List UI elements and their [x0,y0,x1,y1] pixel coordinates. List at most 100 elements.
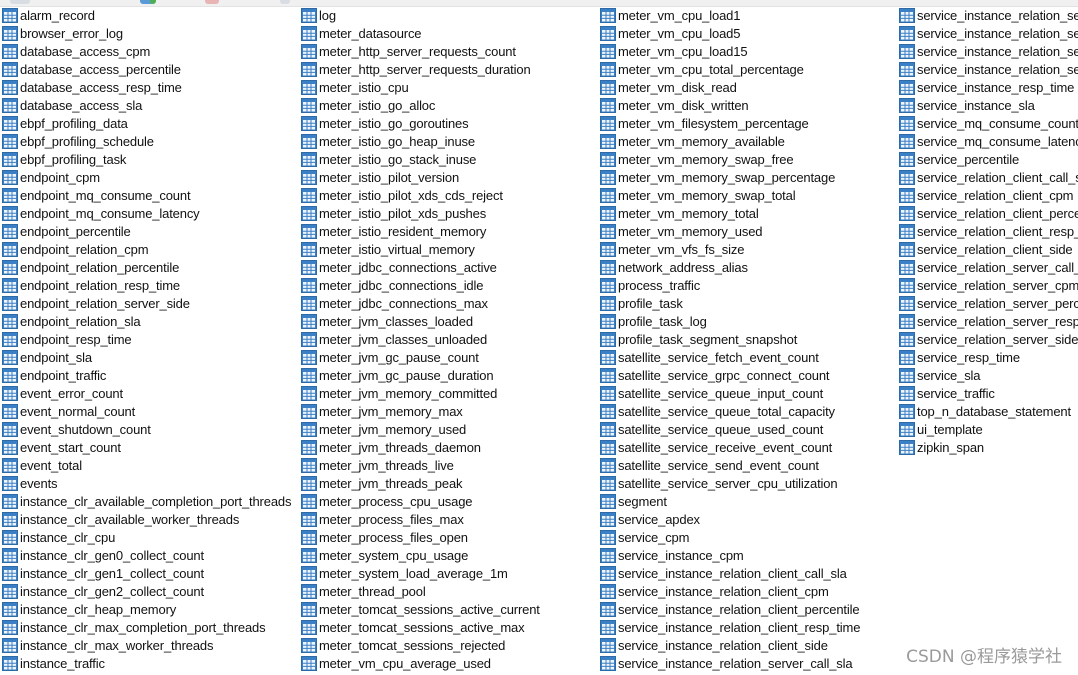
table-list-item[interactable]: endpoint_relation_cpm [2,240,149,258]
table-list-item[interactable]: meter_istio_go_goroutines [301,114,469,132]
table-list-item[interactable]: satellite_service_queue_total_capacity [600,402,835,420]
table-list-item[interactable]: ebpf_profiling_data [2,114,128,132]
table-list-item[interactable]: satellite_service_receive_event_count [600,438,832,456]
table-list-item[interactable]: service_instance_relation_ser [899,60,1078,78]
table-list-item[interactable]: service_instance_relation_ser [899,42,1078,60]
table-list-item[interactable]: service_instance_relation_client_percent… [600,600,860,618]
table-list-item[interactable]: meter_jvm_classes_loaded [301,312,473,330]
table-list-item[interactable]: network_address_alias [600,258,748,276]
table-list-item[interactable]: meter_vm_cpu_total_percentage [600,60,804,78]
table-list-item[interactable]: meter_istio_go_stack_inuse [301,150,476,168]
table-list-item[interactable]: database_access_resp_time [2,78,182,96]
table-list-item[interactable]: service_instance_relation_client_resp_ti… [600,618,860,636]
table-list-item[interactable]: meter_http_server_requests_duration [301,60,531,78]
table-list-item[interactable]: meter_vm_disk_written [600,96,749,114]
table-list-item[interactable]: meter_istio_pilot_xds_cds_reject [301,186,503,204]
table-list-item[interactable]: meter_vm_cpu_load5 [600,24,740,42]
table-list-item[interactable]: endpoint_relation_server_side [2,294,190,312]
table-list-item[interactable]: satellite_service_queue_used_count [600,420,823,438]
table-list-item[interactable]: endpoint_relation_percentile [2,258,179,276]
table-list-item[interactable]: meter_http_server_requests_count [301,42,516,60]
table-list-item[interactable]: meter_istio_go_alloc [301,96,435,114]
table-list-item[interactable]: meter_vm_cpu_load1 [600,6,740,24]
table-list-item[interactable]: endpoint_cpm [2,168,100,186]
table-list-item[interactable]: service_instance_relation_client_call_sl… [600,564,847,582]
table-list-item[interactable]: event_error_count [2,384,123,402]
table-list-item[interactable]: segment [600,492,667,510]
table-list-item[interactable]: meter_datasource [301,24,422,42]
table-list-item[interactable]: instance_clr_max_worker_threads [2,636,213,654]
table-list-item[interactable]: database_access_cpm [2,42,150,60]
table-list-item[interactable]: log [301,6,336,24]
table-list-item[interactable]: meter_jvm_classes_unloaded [301,330,487,348]
table-list-item[interactable]: satellite_service_grpc_connect_count [600,366,830,384]
table-list-item[interactable]: service_instance_resp_time [899,78,1074,96]
table-list-item[interactable]: meter_jvm_gc_pause_duration [301,366,494,384]
table-list-item[interactable]: zipkin_span [899,438,984,456]
table-list-item[interactable]: endpoint_relation_sla [2,312,141,330]
table-list-item[interactable]: ui_template [899,420,983,438]
table-list-item[interactable]: service_relation_server_perc [899,294,1078,312]
table-list-item[interactable]: service_instance_relation_ser [899,24,1078,42]
table-list-item[interactable]: instance_clr_cpu [2,528,115,546]
table-list-item[interactable]: event_normal_count [2,402,135,420]
table-list-item[interactable]: service_mq_consume_latenc [899,132,1078,150]
table-list-item[interactable]: service_instance_relation_ser [899,6,1078,24]
table-list-item[interactable]: meter_system_load_average_1m [301,564,508,582]
table-list-item[interactable]: service_relation_client_cpm [899,186,1074,204]
table-list-item[interactable]: endpoint_sla [2,348,92,366]
table-list-item[interactable]: meter_vm_cpu_load15 [600,42,748,60]
table-list-item[interactable]: meter_vm_memory_used [600,222,763,240]
table-list-item[interactable]: profile_task_segment_snapshot [600,330,797,348]
table-list-item[interactable]: meter_jvm_threads_peak [301,474,463,492]
table-list-item[interactable]: instance_clr_available_completion_port_t… [2,492,291,510]
table-list-item[interactable]: event_start_count [2,438,121,456]
table-list-item[interactable]: event_total [2,456,82,474]
table-list-item[interactable]: endpoint_relation_resp_time [2,276,180,294]
table-list-item[interactable]: service_percentile [899,150,1019,168]
table-list-item[interactable]: service_relation_server_call_ [899,258,1078,276]
table-list-item[interactable]: meter_vm_cpu_average_used [301,654,491,672]
table-list-item[interactable]: meter_system_cpu_usage [301,546,468,564]
table-list-item[interactable]: service_relation_server_side [899,330,1078,348]
table-list-item[interactable]: instance_clr_heap_memory [2,600,176,618]
table-list-item[interactable]: meter_thread_pool [301,582,426,600]
table-list-item[interactable]: meter_jvm_memory_committed [301,384,497,402]
table-list-item[interactable]: instance_clr_gen2_collect_count [2,582,204,600]
table-list-item[interactable]: service_relation_client_perce [899,204,1078,222]
table-list-item[interactable]: satellite_service_send_event_count [600,456,819,474]
table-list-item[interactable]: service_instance_relation_client_side [600,636,828,654]
table-list-item[interactable]: meter_vm_memory_total [600,204,759,222]
table-list-item[interactable]: profile_task [600,294,683,312]
table-list-item[interactable]: meter_istio_pilot_xds_pushes [301,204,486,222]
table-list-item[interactable]: instance_clr_gen0_collect_count [2,546,204,564]
table-list-item[interactable]: ebpf_profiling_schedule [2,132,154,150]
table-list-item[interactable]: meter_vm_memory_swap_percentage [600,168,835,186]
table-list-item[interactable]: service_cpm [600,528,689,546]
table-list-item[interactable]: service_resp_time [899,348,1020,366]
table-list-item[interactable]: top_n_database_statement [899,402,1071,420]
table-list-item[interactable]: meter_jvm_memory_max [301,402,463,420]
table-list-item[interactable]: meter_vm_vfs_fs_size [600,240,744,258]
table-list-item[interactable]: service_relation_client_resp_ [899,222,1078,240]
table-list-item[interactable]: service_relation_server_resp [899,312,1078,330]
table-list-item[interactable]: meter_vm_filesystem_percentage [600,114,809,132]
table-list-item[interactable]: meter_process_files_max [301,510,464,528]
table-list-item[interactable]: endpoint_mq_consume_latency [2,204,200,222]
table-list-item[interactable]: service_mq_consume_count [899,114,1078,132]
table-list-item[interactable]: endpoint_percentile [2,222,131,240]
table-list-item[interactable]: database_access_percentile [2,60,181,78]
table-list-item[interactable]: service_instance_sla [899,96,1035,114]
table-list-item[interactable]: meter_jdbc_connections_active [301,258,497,276]
table-list-item[interactable]: service_apdex [600,510,700,528]
table-list-item[interactable]: instance_clr_available_worker_threads [2,510,239,528]
table-list-item[interactable]: events [2,474,58,492]
table-list-item[interactable]: meter_tomcat_sessions_rejected [301,636,505,654]
table-list-item[interactable]: meter_istio_resident_memory [301,222,486,240]
table-list-item[interactable]: meter_jdbc_connections_max [301,294,488,312]
table-list-item[interactable]: meter_jdbc_connections_idle [301,276,483,294]
table-list-item[interactable]: service_instance_relation_client_cpm [600,582,829,600]
table-list-item[interactable]: instance_clr_max_completion_port_threads [2,618,266,636]
table-list-item[interactable]: meter_process_files_open [301,528,468,546]
table-list-item[interactable]: service_relation_server_cpm [899,276,1078,294]
